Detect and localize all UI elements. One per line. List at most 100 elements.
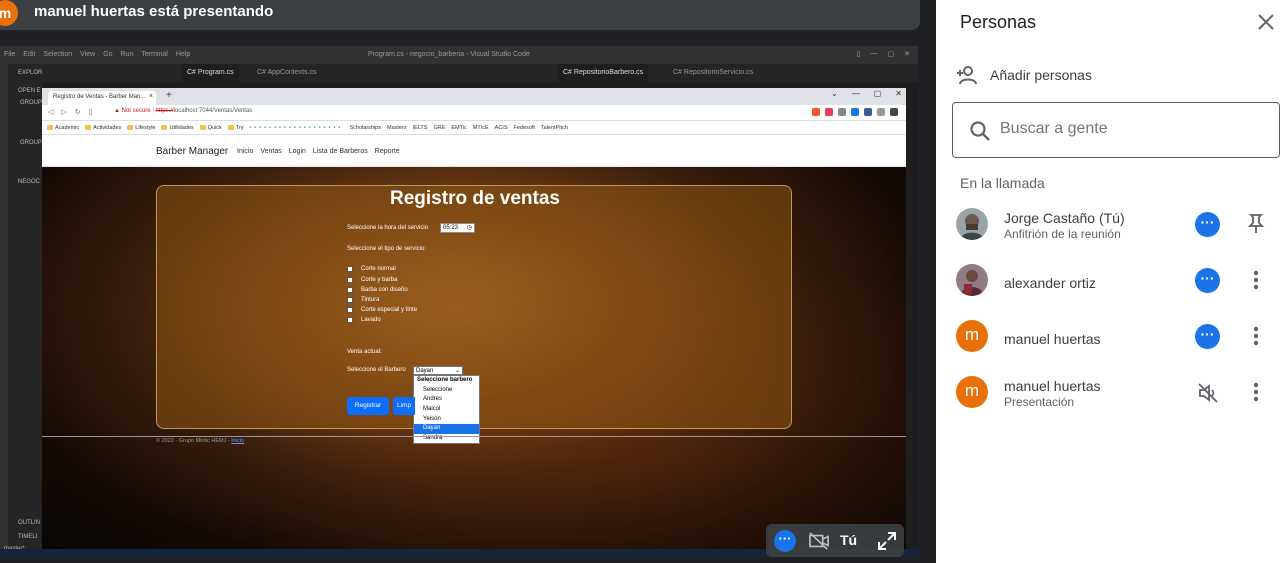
extension-icon bbox=[864, 108, 872, 116]
checkbox bbox=[347, 277, 353, 283]
url-display: ▲ Not secure | https://localhost:7044/Ve… bbox=[114, 108, 253, 114]
service-option: Tintura bbox=[347, 297, 379, 303]
nav-link-reporte: Reporte bbox=[374, 148, 400, 155]
self-view-controls: ··· Tú bbox=[766, 524, 904, 557]
vscode-titlebar: File Edit Selection View Go Run Terminal… bbox=[0, 46, 918, 64]
more-options-button[interactable]: ··· bbox=[774, 530, 796, 552]
extension-icon bbox=[877, 108, 885, 116]
url-path: localhost:7044/Ventas/Ventas bbox=[173, 108, 253, 114]
form-title: Registro de ventas bbox=[390, 188, 560, 209]
extension-icon bbox=[825, 108, 833, 116]
audio-muted-icon bbox=[1198, 383, 1218, 403]
vscode-menu-item: Terminal bbox=[141, 51, 168, 58]
participant-row[interactable]: m manuel huertas Presentación bbox=[936, 366, 1280, 422]
vscode-tab: C# AppContexts.cs bbox=[257, 69, 317, 76]
site-footer: © 2022 - Grupo Mintic HEMJ - Inicio bbox=[156, 438, 245, 444]
sidebar-label: NEGOC bbox=[18, 179, 41, 185]
more-options-button[interactable]: ··· bbox=[1195, 268, 1220, 293]
close-icon[interactable] bbox=[1256, 12, 1276, 32]
nav-link-barberos: Lista de Barberos bbox=[312, 148, 368, 155]
url-scheme: https:// bbox=[155, 108, 174, 114]
participant-row[interactable]: m manuel huertas ··· bbox=[936, 310, 1280, 366]
bookmark: GRE bbox=[433, 124, 446, 131]
dropdown-option: Yeison bbox=[423, 415, 441, 422]
dropdown-option-selected: Dayan bbox=[414, 424, 479, 435]
brave-icon bbox=[812, 108, 820, 116]
shared-screen: File Edit Selection View Go Run Terminal… bbox=[0, 46, 918, 557]
bookmark: TalentPitch bbox=[540, 124, 568, 131]
avatar: m bbox=[956, 376, 988, 408]
bookmark: MTIcE bbox=[472, 124, 489, 131]
sidebar-label: OUTLIN bbox=[18, 520, 41, 526]
participant-row[interactable]: alexander ortiz ··· bbox=[936, 254, 1280, 310]
more-options-button[interactable]: ··· bbox=[1195, 324, 1220, 349]
self-view-label: Tú bbox=[840, 532, 858, 548]
presenter-avatar: m bbox=[0, 0, 18, 26]
nav-link-login: Login bbox=[288, 148, 306, 155]
service-option: Corte especial y tinte bbox=[347, 307, 417, 313]
bookmark: Utilidades bbox=[161, 125, 194, 131]
pin-icon[interactable] bbox=[1246, 212, 1266, 236]
bookmark: EMTic bbox=[451, 124, 467, 131]
vscode-menu-item: File bbox=[4, 51, 16, 58]
barbero-select: Dayan ⌄ bbox=[413, 366, 463, 375]
more-options-button[interactable]: ··· bbox=[1195, 212, 1220, 237]
service-option: Lavado bbox=[347, 317, 381, 323]
sidebar-label: OPEN E bbox=[18, 88, 41, 94]
vscode-menu-item: Edit bbox=[23, 51, 36, 58]
bookmark: Masters bbox=[387, 124, 407, 131]
camera-off-icon[interactable] bbox=[808, 531, 830, 551]
time-label: Seleccione la hora del servicio bbox=[347, 225, 429, 231]
site-nav-links: Inicio Ventas Login Lista de Barberos Re… bbox=[237, 148, 400, 155]
time-input: 05:23 ◷ bbox=[440, 223, 475, 233]
service-label: Seleccione el tipo de servicio: bbox=[347, 246, 427, 252]
add-people-label: Añadir personas bbox=[990, 67, 1092, 83]
vscode-window-controls: ▯ — ▢ ✕ bbox=[856, 50, 910, 58]
site-brand: Barber Manager bbox=[156, 146, 229, 157]
bookmark: ACIS bbox=[494, 124, 508, 131]
clock-icon: ◷ bbox=[466, 225, 472, 231]
sidebar-label: TIMELI bbox=[18, 534, 38, 540]
vscode-menu-item: Selection bbox=[43, 51, 73, 58]
checkbox bbox=[347, 287, 353, 293]
participant-row[interactable]: Jorge Castaño (Tú) Anfitrión de la reuni… bbox=[936, 198, 1280, 254]
search-box[interactable] bbox=[952, 102, 1280, 158]
sales-form-card: Registro de ventas Seleccione la hora de… bbox=[156, 185, 792, 444]
bookmark-icons: ▪▪▪▪▪▪▪▪▪▪▪▪▪▪▪▪▪▪▪ bbox=[249, 124, 344, 131]
presenter-banner-text: manuel huertas está presentando bbox=[34, 3, 274, 20]
limpiar-button: Limp bbox=[393, 397, 415, 415]
more-vert-icon[interactable] bbox=[1246, 324, 1266, 348]
more-vert-icon[interactable] bbox=[1246, 268, 1266, 292]
vscode-tab: C# RepositorioBarbero.cs bbox=[558, 64, 649, 82]
site-navbar: Barber Manager Inicio Ventas Login Lista… bbox=[42, 135, 906, 167]
presenter-banner: m manuel huertas está presentando bbox=[0, 0, 920, 30]
add-people-button[interactable]: Añadir personas bbox=[956, 62, 1092, 88]
service-option: Corte y barba bbox=[347, 277, 397, 283]
vscode-menu-item: Run bbox=[120, 51, 134, 58]
avatar bbox=[956, 208, 988, 240]
dropdown-option: Seleccione barbero bbox=[417, 377, 473, 383]
vscode-tab: C# RepositorioServicio.cs bbox=[673, 69, 754, 76]
sidebar-label: GROUP bbox=[20, 100, 43, 106]
bookmark: Try bbox=[227, 125, 243, 131]
checkbox bbox=[347, 266, 353, 272]
extension-icon bbox=[851, 108, 859, 116]
vscode-menu-item: View bbox=[80, 51, 96, 58]
warning-icon: ▲ bbox=[114, 108, 120, 114]
search-icon bbox=[970, 121, 990, 141]
expand-icon[interactable] bbox=[877, 531, 897, 551]
bookmark: Quick bbox=[199, 125, 222, 131]
extension-icon bbox=[838, 108, 846, 116]
vscode-sidebar: EXPLORER OPEN E GROUP GROUP NEGOC OUTLIN… bbox=[4, 64, 51, 557]
checkbox bbox=[347, 317, 353, 323]
browser-tab-title: Registro de Ventas - Barber Man... bbox=[53, 94, 146, 100]
browser-tab: Registro de Ventas - Barber Man... × bbox=[48, 91, 156, 105]
more-vert-icon[interactable] bbox=[1246, 380, 1266, 404]
vscode-tabs: C# Program.cs C# AppContexts.cs C# Repos… bbox=[42, 64, 918, 82]
service-option: Barba con diseño bbox=[347, 287, 408, 293]
not-secure-label: Not secure bbox=[121, 108, 151, 114]
browser-tabstrip: Registro de Ventas - Barber Man... × + ⌄… bbox=[42, 88, 906, 105]
puzzle-icon bbox=[890, 108, 898, 116]
checkbox bbox=[347, 307, 353, 313]
search-input[interactable] bbox=[1000, 120, 1260, 138]
